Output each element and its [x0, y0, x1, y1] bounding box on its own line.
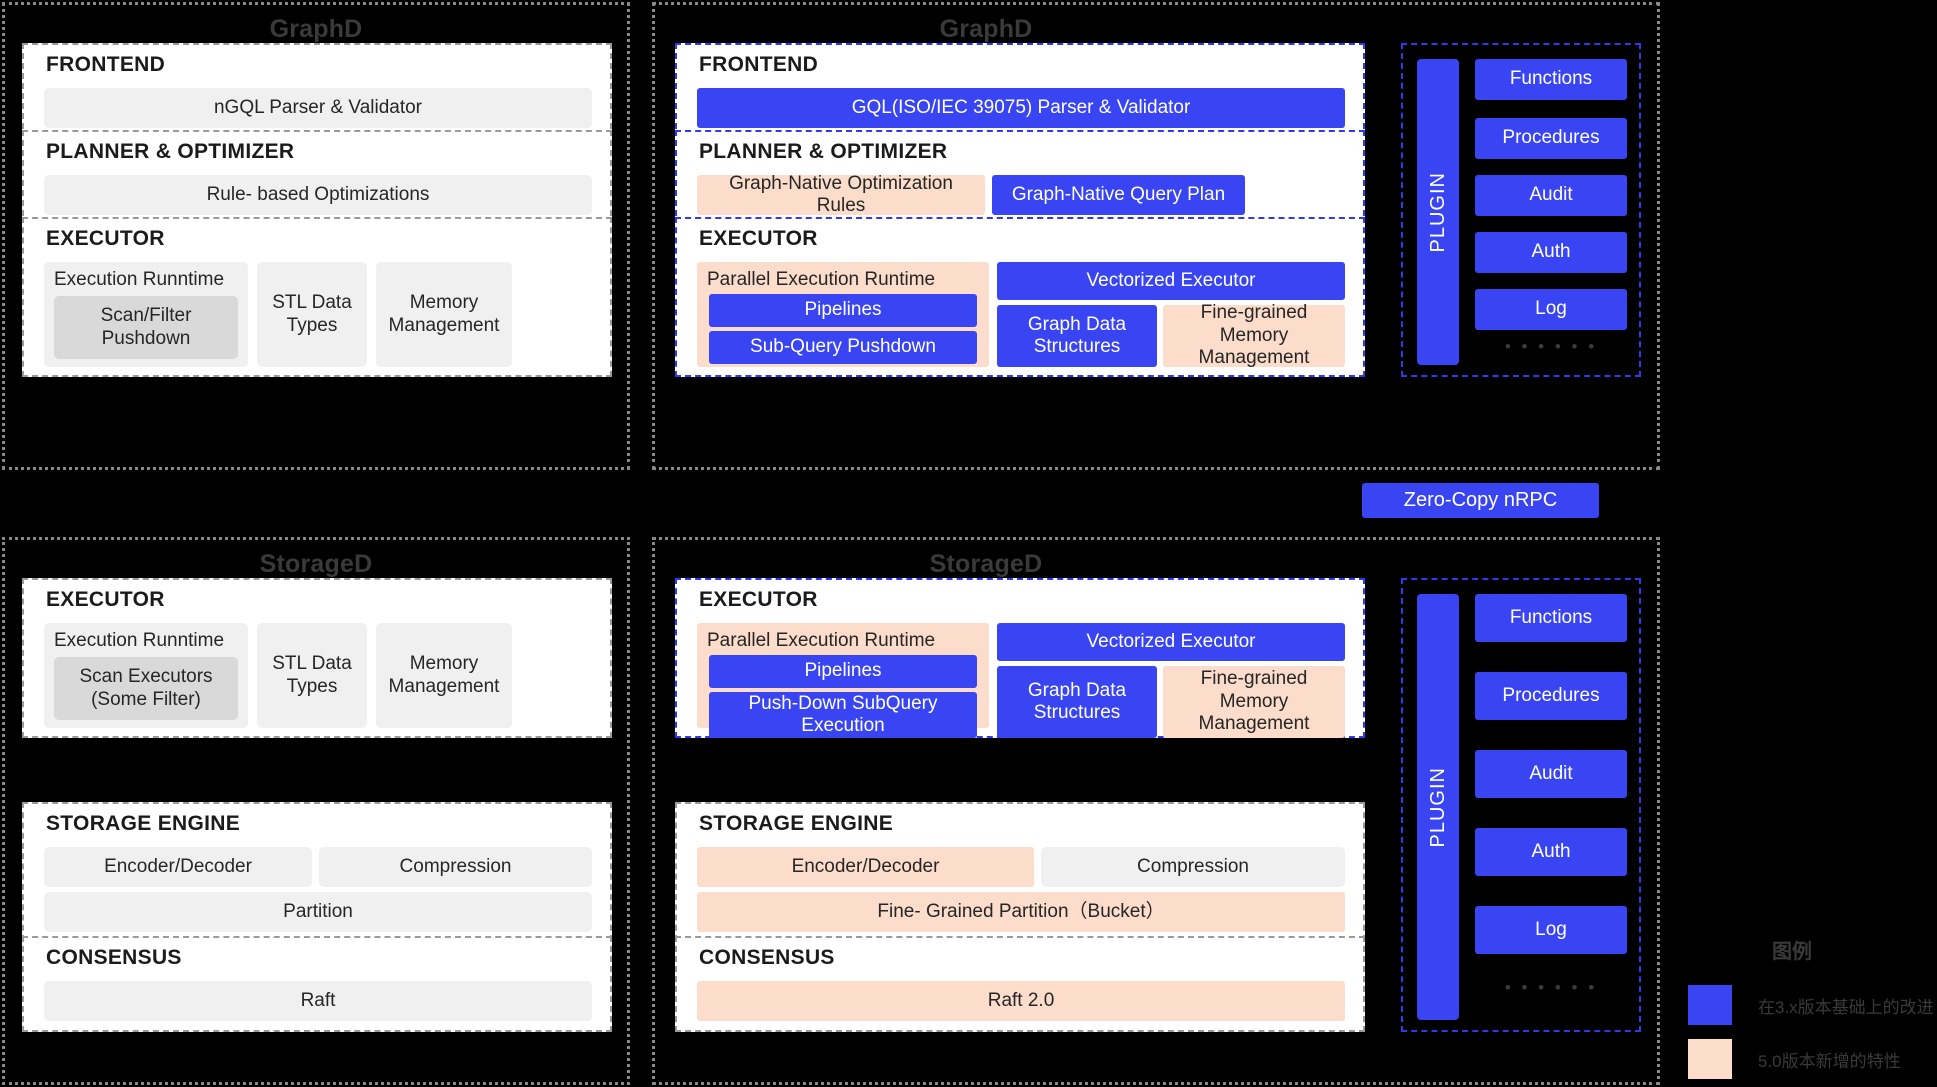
- component-scan-executors-some-filter[interactable]: Scan Executors (Some Filter): [54, 657, 238, 720]
- component-raft-2[interactable]: Raft 2.0: [697, 981, 1345, 1021]
- component-partition-legacy[interactable]: Partition: [44, 892, 592, 932]
- component-execution-runtime-storaged[interactable]: Execution Runntime Scan Executors (Some …: [44, 623, 248, 728]
- legend-row-improved: 在3.x版本基础上的改进: [1688, 985, 1934, 1025]
- plugin-more-dots-graphd: • • • • • •: [1504, 337, 1598, 356]
- component-execution-runtime-label: Execution Runntime: [54, 269, 225, 290]
- plugin-item-functions-graphd[interactable]: Functions: [1475, 59, 1627, 100]
- plugin-item-procedures-storaged[interactable]: Procedures: [1475, 672, 1627, 720]
- component-compression-new[interactable]: Compression: [1041, 847, 1345, 887]
- component-execution-runtime-label-storaged: Execution Runntime: [54, 630, 225, 651]
- layer-title-planner-new: PLANNER & OPTIMIZER: [699, 140, 948, 163]
- component-gql-parser[interactable]: GQL(ISO/IEC 39075) Parser & Validator: [697, 88, 1345, 128]
- service-graphd-new: GraphD FRONTEND GQL(ISO/IEC 39075) Parse…: [652, 2, 1660, 470]
- layer-title-consensus-legacy: CONSENSUS: [46, 946, 182, 969]
- component-graph-data-structures-storaged[interactable]: Graph Data Structures: [997, 666, 1157, 738]
- component-parallel-runtime-label: Parallel Execution Runtime: [707, 269, 936, 290]
- legend-swatch-new-feature: [1688, 1039, 1732, 1079]
- layer-title-executor-new: EXECUTOR: [699, 227, 818, 250]
- component-encoder-decoder-legacy[interactable]: Encoder/Decoder: [44, 847, 312, 887]
- component-graph-native-query-plan[interactable]: Graph-Native Query Plan: [992, 175, 1245, 215]
- connector-zero-copy-nrpc[interactable]: Zero-Copy nRPC: [1362, 483, 1599, 518]
- component-fine-grained-partition-bucket[interactable]: Fine- Grained Partition（Bucket）: [697, 892, 1345, 932]
- component-fine-grained-memory-management-graphd[interactable]: Fine-grained Memory Management: [1163, 302, 1345, 368]
- plugin-vertical-bar-graphd[interactable]: PLUGIN: [1417, 59, 1459, 365]
- service-storaged-new: StorageD EXECUTOR Parallel Execution Run…: [652, 537, 1660, 1085]
- component-parallel-execution-runtime-storaged[interactable]: Parallel Execution Runtime Pipelines Pus…: [697, 623, 989, 738]
- component-ngql-parser[interactable]: nGQL Parser & Validator: [44, 88, 592, 128]
- layer-executor-legacy: EXECUTOR Execution Runntime Scan/Filter …: [22, 217, 612, 377]
- legend: 图例 在3.x版本基础上的改进 5.0版本新增的特性: [1688, 935, 1934, 1079]
- component-compression-legacy[interactable]: Compression: [319, 847, 592, 887]
- legend-label-new-feature: 5.0版本新增的特性: [1758, 1051, 1901, 1071]
- legend-swatch-improved: [1688, 985, 1732, 1025]
- component-encoder-decoder-new[interactable]: Encoder/Decoder: [697, 847, 1034, 887]
- layer-executor-new: EXECUTOR Parallel Execution Runtime Pipe…: [675, 217, 1365, 377]
- component-memory-management-storaged[interactable]: Memory Management: [376, 623, 512, 728]
- layer-title-executor-storaged-legacy: EXECUTOR: [46, 588, 165, 611]
- legend-row-new-feature: 5.0版本新增的特性: [1688, 1039, 1901, 1079]
- plugin-vertical-bar-storaged[interactable]: PLUGIN: [1417, 594, 1459, 1020]
- component-graph-data-structures-graphd[interactable]: Graph Data Structures: [997, 305, 1157, 367]
- plugin-item-log-storaged[interactable]: Log: [1475, 906, 1627, 954]
- plugin-item-functions-storaged[interactable]: Functions: [1475, 594, 1627, 642]
- plugin-panel-graphd: PLUGIN Functions Procedures Audit Auth L…: [1401, 43, 1641, 377]
- component-parallel-execution-runtime-graphd[interactable]: Parallel Execution Runtime Pipelines Sub…: [697, 262, 989, 367]
- layer-storage-engine-new: STORAGE ENGINE Encoder/Decoder Compressi…: [675, 802, 1365, 941]
- layer-planner-new: PLANNER & OPTIMIZER Graph-Native Optimiz…: [675, 130, 1365, 226]
- plugin-item-auth-graphd[interactable]: Auth: [1475, 232, 1627, 273]
- plugin-item-audit-storaged[interactable]: Audit: [1475, 750, 1627, 798]
- layer-title-storage-engine-new: STORAGE ENGINE: [699, 812, 894, 835]
- layer-frontend-legacy: FRONTEND nGQL Parser & Validator: [22, 43, 612, 139]
- layer-title-executor-legacy: EXECUTOR: [46, 227, 165, 250]
- component-scan-filter-pushdown[interactable]: Scan/Filter Pushdown: [54, 296, 238, 359]
- legend-title: 图例: [1772, 941, 1812, 963]
- component-vectorized-executor-graphd[interactable]: Vectorized Executor: [997, 262, 1345, 300]
- component-stl-data-types-graphd[interactable]: STL Data Types: [257, 262, 367, 367]
- plugin-panel-storaged: PLUGIN Functions Procedures Audit Auth L…: [1401, 578, 1641, 1032]
- plugin-item-audit-graphd[interactable]: Audit: [1475, 175, 1627, 216]
- legend-label-improved: 在3.x版本基础上的改进: [1758, 997, 1934, 1017]
- layer-consensus-legacy: CONSENSUS Raft: [22, 936, 612, 1032]
- layer-frontend-new: FRONTEND GQL(ISO/IEC 39075) Parser & Val…: [675, 43, 1365, 139]
- component-raft-legacy[interactable]: Raft: [44, 981, 592, 1021]
- plugin-vertical-label-storaged: PLUGIN: [1426, 766, 1449, 848]
- architecture-diagram: { "legend": { "title": "图例", "items": [ …: [0, 0, 1937, 1087]
- component-execution-runtime-graphd[interactable]: Execution Runntime Scan/Filter Pushdown: [44, 262, 248, 367]
- component-pipelines-storaged[interactable]: Pipelines: [709, 655, 977, 688]
- layer-title-frontend-new: FRONTEND: [699, 53, 819, 76]
- component-stl-data-types-storaged[interactable]: STL Data Types: [257, 623, 367, 728]
- plugin-item-auth-storaged[interactable]: Auth: [1475, 828, 1627, 876]
- plugin-more-dots-storaged: • • • • • •: [1504, 978, 1598, 997]
- service-storaged-legacy: StorageD EXECUTOR Execution Runntime Sca…: [2, 537, 630, 1085]
- component-push-down-subquery-execution[interactable]: Push-Down SubQuery Execution: [709, 692, 977, 738]
- component-memory-management-graphd[interactable]: Memory Management: [376, 262, 512, 367]
- component-sub-query-pushdown[interactable]: Sub-Query Pushdown: [709, 331, 977, 364]
- plugin-item-log-graphd[interactable]: Log: [1475, 289, 1627, 330]
- service-graphd-legacy: GraphD FRONTEND nGQL Parser & Validator …: [2, 2, 630, 470]
- component-graph-native-optimization-rules[interactable]: Graph-Native Optimization Rules: [697, 173, 985, 216]
- plugin-item-procedures-graphd[interactable]: Procedures: [1475, 118, 1627, 159]
- layer-storage-engine-legacy: STORAGE ENGINE Encoder/Decoder Compressi…: [22, 802, 612, 941]
- layer-executor-storaged-new: EXECUTOR Parallel Execution Runtime Pipe…: [675, 578, 1365, 738]
- layer-title-planner-legacy: PLANNER & OPTIMIZER: [46, 140, 295, 163]
- component-rule-based-optimizations[interactable]: Rule- based Optimizations: [44, 175, 592, 215]
- layer-title-executor-storaged-new: EXECUTOR: [699, 588, 818, 611]
- component-pipelines-graphd[interactable]: Pipelines: [709, 294, 977, 327]
- layer-executor-storaged-legacy: EXECUTOR Execution Runntime Scan Executo…: [22, 578, 612, 738]
- layer-title-frontend-legacy: FRONTEND: [46, 53, 166, 76]
- layer-consensus-new: CONSENSUS Raft 2.0: [675, 936, 1365, 1032]
- layer-title-storage-engine-legacy: STORAGE ENGINE: [46, 812, 241, 835]
- layer-planner-legacy: PLANNER & OPTIMIZER Rule- based Optimiza…: [22, 130, 612, 226]
- component-vectorized-executor-storaged[interactable]: Vectorized Executor: [997, 623, 1345, 661]
- component-fine-grained-memory-management-storaged[interactable]: Fine-grained Memory Management: [1163, 666, 1345, 738]
- component-parallel-runtime-label-storaged: Parallel Execution Runtime: [707, 630, 936, 651]
- plugin-vertical-label-graphd: PLUGIN: [1426, 171, 1449, 253]
- layer-title-consensus-new: CONSENSUS: [699, 946, 835, 969]
